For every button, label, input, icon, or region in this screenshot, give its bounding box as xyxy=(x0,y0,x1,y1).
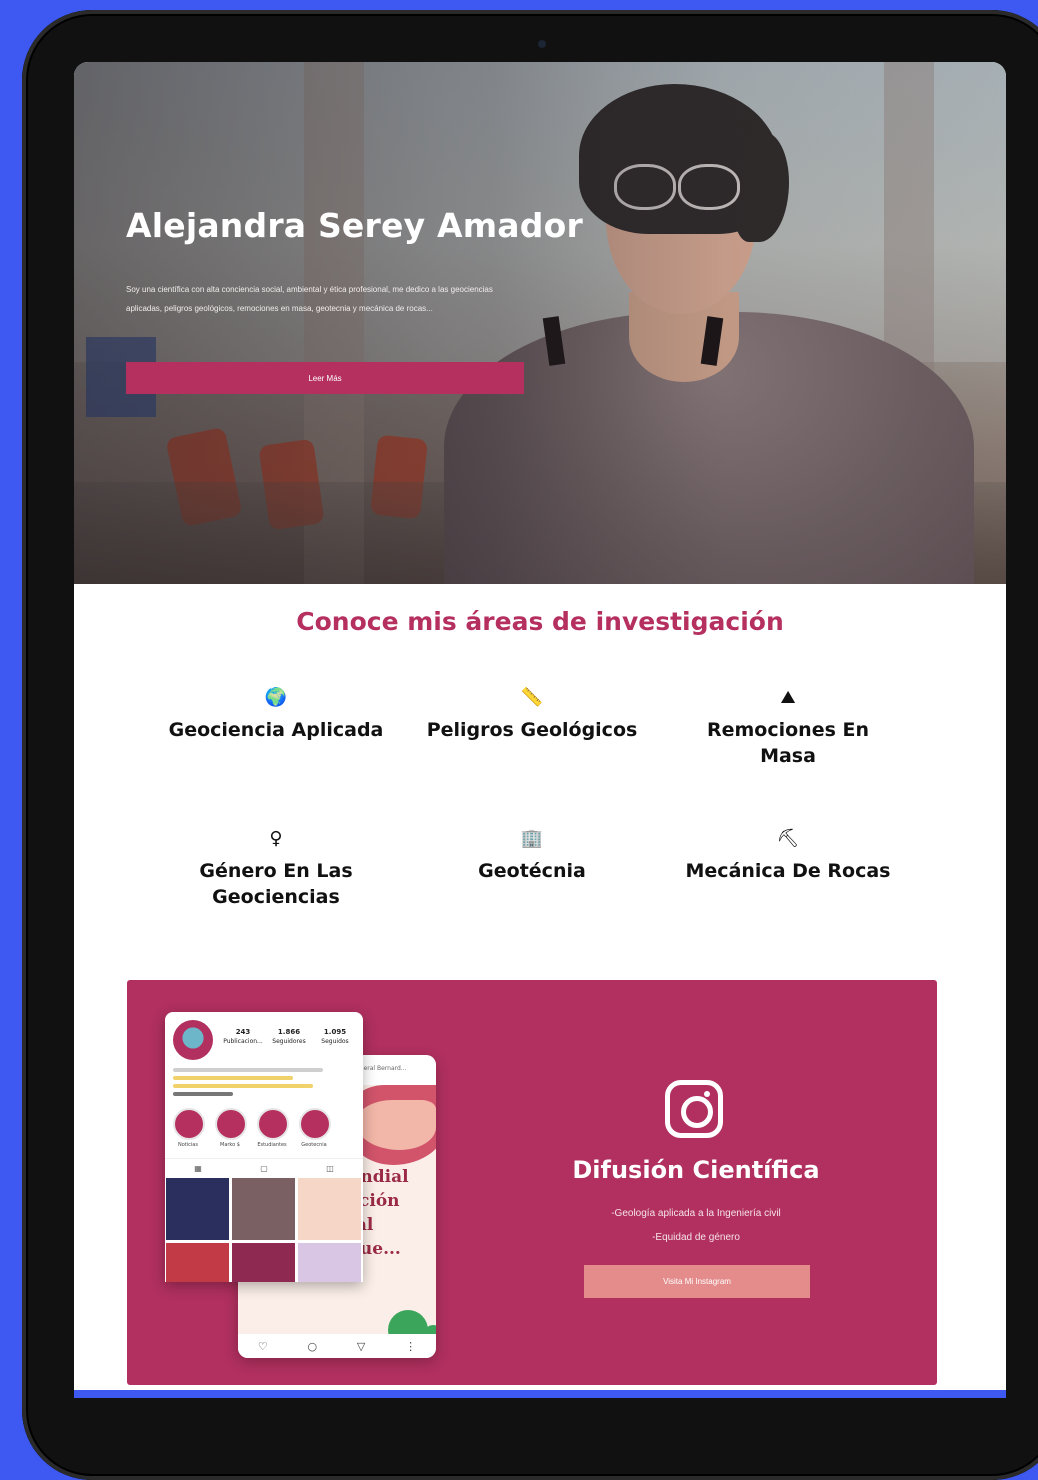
profile-tabs: ▦ ▢ ◫ xyxy=(165,1158,363,1177)
research-area-label: Geotécnia xyxy=(478,860,586,882)
profile-stat: 1.095 Seguidos xyxy=(321,1028,349,1045)
grid-icon: ▦ xyxy=(194,1163,202,1173)
instagram-profile-mockup: 243 Publicacion... 1.866 Seguidores 1.09… xyxy=(165,1012,363,1282)
hero-description: Soy una científica con alta conciencia s… xyxy=(126,285,493,313)
tagged-icon: ◫ xyxy=(326,1163,334,1173)
share-icon: ▽ xyxy=(356,1339,366,1353)
female-icon: ♀ xyxy=(269,828,283,849)
profile-stat: 243 Publicacion... xyxy=(223,1028,263,1045)
post-nav-bar: ♡ ○ ▽ ⋮ xyxy=(238,1334,436,1358)
visit-instagram-button[interactable]: Visita Mi Instagram xyxy=(584,1265,810,1298)
profile-post-tile xyxy=(232,1243,295,1282)
profile-stat: 1.866 Seguidores xyxy=(272,1028,306,1045)
profile-avatar xyxy=(173,1020,213,1060)
camera-dot xyxy=(538,40,546,48)
profile-bio-line xyxy=(173,1084,313,1088)
instagram-topic-line: -Geología aplicada a la Ingeniería civil xyxy=(611,1208,781,1219)
highlight-label: Estudiantes xyxy=(257,1142,287,1148)
globe-icon: 🌍 xyxy=(264,687,288,708)
hero-overlay xyxy=(74,62,1006,584)
hero-name-heading: Alejandra Serey Amador xyxy=(126,206,583,245)
comment-icon: ○ xyxy=(307,1339,318,1353)
read-more-button[interactable]: Leer Más xyxy=(126,362,524,394)
highlight-label: Geotecnia xyxy=(301,1142,327,1148)
highlight-label: Marko $ xyxy=(220,1142,240,1148)
landslide-icon: ⛰ xyxy=(780,687,796,708)
instagram-card: Cuenta General Bernard... undial ación t… xyxy=(127,980,937,1385)
profile-post-tile xyxy=(166,1243,229,1282)
profile-bio-line xyxy=(173,1076,293,1080)
profile-highlight xyxy=(257,1108,289,1140)
reels-icon: ▢ xyxy=(260,1163,268,1173)
research-area-remociones[interactable]: ⛰ Remociones En Masa xyxy=(678,687,898,769)
heart-icon: ♡ xyxy=(257,1339,268,1353)
research-area-label: Geociencia Aplicada xyxy=(168,719,384,741)
instagram-topic-line: -Equidad de género xyxy=(652,1232,740,1243)
profile-bio-line xyxy=(173,1092,233,1096)
bottom-strip xyxy=(74,1390,1006,1398)
profile-highlight xyxy=(299,1108,331,1140)
profile-bio-line xyxy=(173,1068,323,1072)
research-area-peligros[interactable]: 📏 Peligros Geológicos xyxy=(422,687,642,743)
research-area-label: Mecánica De Rocas xyxy=(685,860,891,882)
profile-post-tile xyxy=(232,1178,295,1240)
highlight-label: Noticias xyxy=(178,1142,198,1148)
research-area-label: Remociones En Masa xyxy=(706,719,870,767)
rock-drill-icon: ⛏ xyxy=(776,828,800,849)
research-area-genero[interactable]: ♀ Género En Las Geociencias xyxy=(166,828,386,910)
profile-post-tile xyxy=(298,1243,361,1282)
research-area-geociencia[interactable]: 🌍 Geociencia Aplicada xyxy=(166,687,386,743)
profile-post-tile xyxy=(298,1178,361,1240)
ruler-icon: 📏 xyxy=(520,687,544,708)
instagram-card-title: Difusión Científica xyxy=(572,1156,820,1184)
research-area-mecanica[interactable]: ⛏ Mecánica De Rocas xyxy=(678,828,898,884)
profile-highlight xyxy=(215,1108,247,1140)
building-icon: 🏢 xyxy=(520,828,544,849)
research-section-title: Conoce mis áreas de investigación xyxy=(296,607,784,636)
research-area-label: Género En Las Geociencias xyxy=(199,860,353,908)
research-area-label: Peligros Geológicos xyxy=(426,719,638,741)
hero-section: Alejandra Serey Amador Soy una científic… xyxy=(74,62,1006,584)
instagram-icon xyxy=(665,1080,723,1138)
profile-post-tile xyxy=(166,1178,229,1240)
research-area-geotecnia[interactable]: 🏢 Geotécnia xyxy=(422,828,642,884)
profile-highlight xyxy=(173,1108,205,1140)
web-page: Alejandra Serey Amador Soy una científic… xyxy=(74,62,1006,1398)
more-icon: ⋮ xyxy=(405,1339,417,1353)
